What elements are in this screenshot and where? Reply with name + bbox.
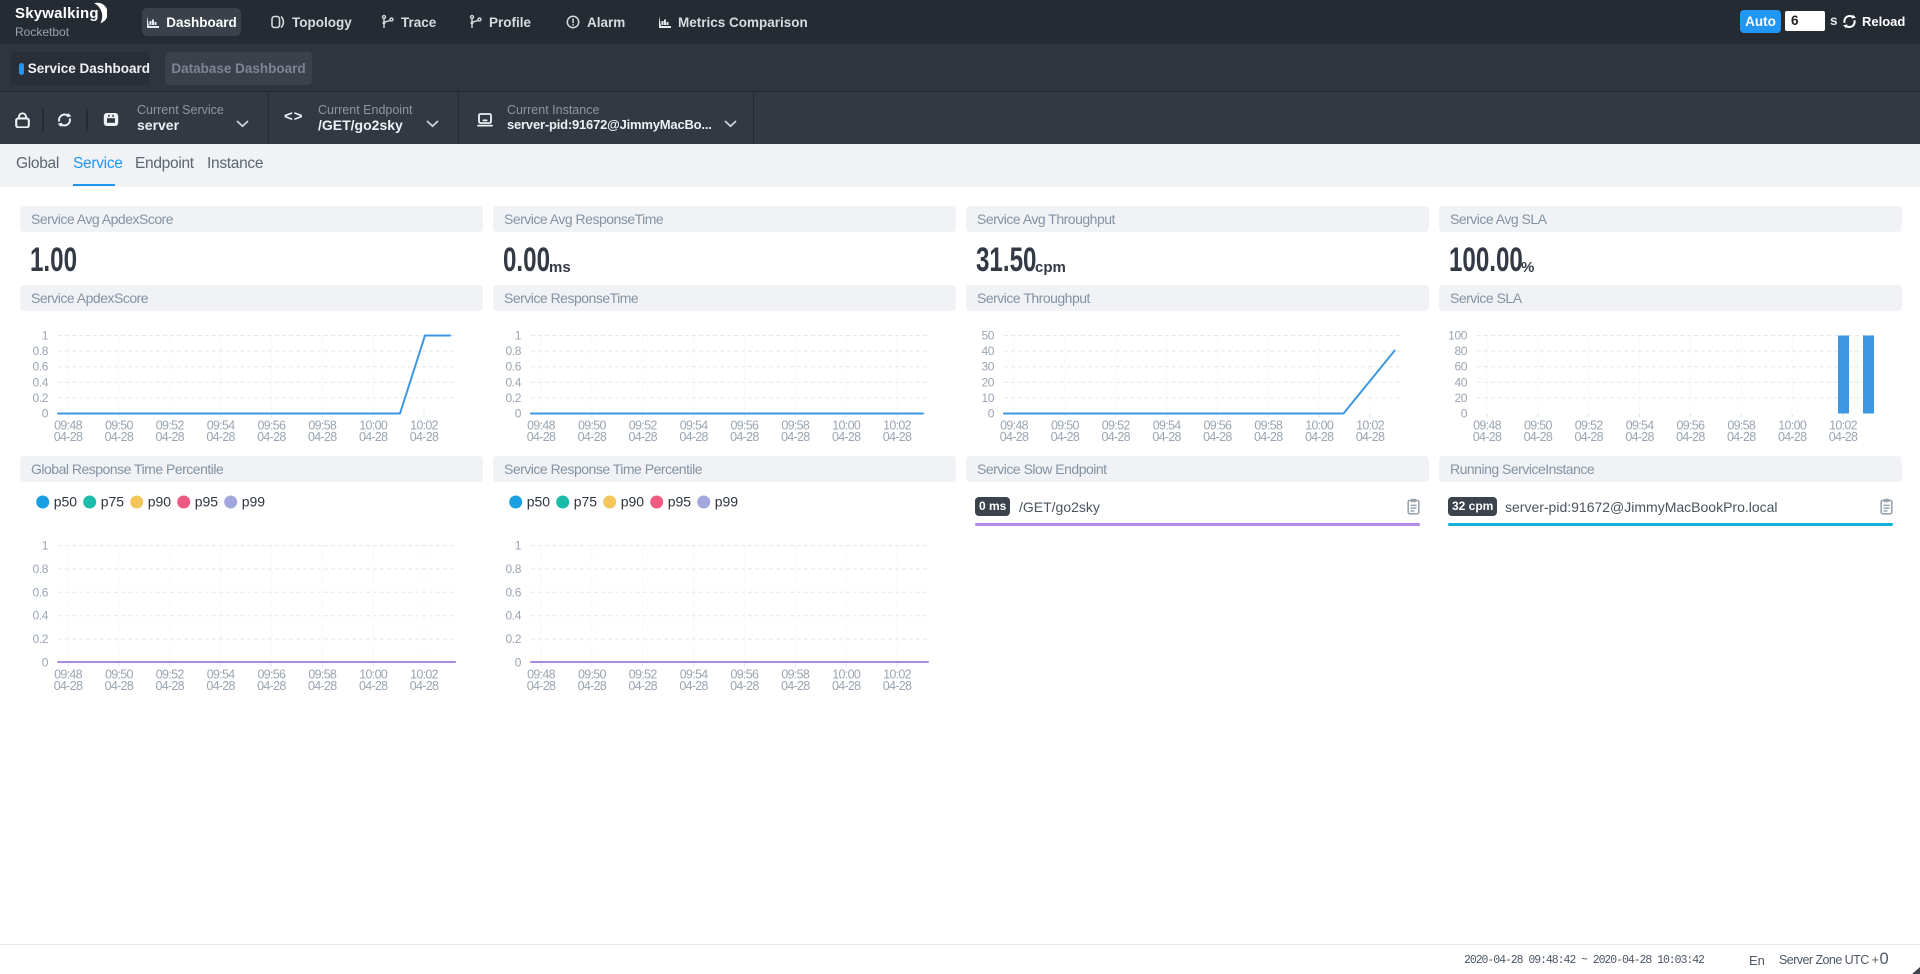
svg-text:60: 60 [1454, 360, 1467, 374]
svg-text:04-28: 04-28 [155, 679, 184, 693]
svg-text:04-28: 04-28 [628, 430, 657, 444]
svg-text:0.2: 0.2 [506, 632, 522, 646]
svg-text:04-28: 04-28 [1676, 430, 1705, 444]
svg-text:04-28: 04-28 [1778, 430, 1807, 444]
svg-text:p95: p95 [668, 494, 692, 510]
svg-text:04-28: 04-28 [410, 430, 439, 444]
svg-text:30: 30 [981, 360, 994, 374]
svg-text:0.4: 0.4 [506, 375, 522, 389]
svg-text:04-28: 04-28 [54, 679, 83, 693]
svg-text:04-28: 04-28 [1152, 430, 1181, 444]
svg-text:04-28: 04-28 [105, 430, 134, 444]
svg-text:04-28: 04-28 [883, 679, 912, 693]
svg-text:p50: p50 [527, 494, 551, 510]
svg-text:1: 1 [515, 329, 522, 343]
svg-text:p75: p75 [574, 494, 598, 510]
svg-text:04-28: 04-28 [105, 679, 134, 693]
svg-text:p90: p90 [148, 494, 172, 510]
svg-text:0.8: 0.8 [33, 562, 49, 576]
svg-text:0: 0 [1461, 407, 1468, 421]
svg-text:04-28: 04-28 [359, 430, 388, 444]
svg-text:0: 0 [515, 407, 522, 421]
svg-text:0.6: 0.6 [506, 360, 522, 374]
svg-text:04-28: 04-28 [527, 679, 556, 693]
svg-text:04-28: 04-28 [206, 679, 235, 693]
svg-text:0.8: 0.8 [506, 562, 522, 576]
svg-text:04-28: 04-28 [206, 430, 235, 444]
svg-text:04-28: 04-28 [1524, 430, 1553, 444]
svg-text:0.6: 0.6 [33, 585, 49, 599]
svg-text:04-28: 04-28 [883, 430, 912, 444]
svg-text:1: 1 [515, 539, 522, 553]
svg-text:04-28: 04-28 [679, 430, 708, 444]
svg-text:1: 1 [42, 329, 49, 343]
svg-text:04-28: 04-28 [155, 430, 184, 444]
svg-text:04-28: 04-28 [832, 679, 861, 693]
svg-text:0.2: 0.2 [33, 632, 49, 646]
svg-text:0.2: 0.2 [506, 391, 522, 405]
svg-text:100: 100 [1448, 329, 1468, 343]
svg-text:0: 0 [515, 656, 522, 670]
svg-text:04-28: 04-28 [578, 679, 607, 693]
svg-text:20: 20 [981, 375, 994, 389]
svg-text:04-28: 04-28 [1101, 430, 1130, 444]
svg-text:1: 1 [42, 539, 49, 553]
svg-text:04-28: 04-28 [257, 679, 286, 693]
svg-text:04-28: 04-28 [1473, 430, 1502, 444]
svg-text:04-28: 04-28 [1254, 430, 1283, 444]
svg-text:0.4: 0.4 [33, 609, 49, 623]
svg-text:40: 40 [1454, 375, 1467, 389]
svg-text:04-28: 04-28 [1051, 430, 1080, 444]
svg-text:0: 0 [42, 407, 49, 421]
svg-text:04-28: 04-28 [1574, 430, 1603, 444]
svg-text:04-28: 04-28 [679, 679, 708, 693]
svg-text:0.8: 0.8 [506, 344, 522, 358]
svg-text:0.6: 0.6 [33, 360, 49, 374]
svg-text:04-28: 04-28 [359, 679, 388, 693]
svg-text:04-28: 04-28 [730, 679, 759, 693]
svg-text:10: 10 [981, 391, 994, 405]
svg-text:04-28: 04-28 [781, 430, 810, 444]
svg-text:0: 0 [42, 656, 49, 670]
svg-text:04-28: 04-28 [832, 430, 861, 444]
svg-text:p75: p75 [101, 494, 125, 510]
svg-text:0.2: 0.2 [33, 391, 49, 405]
svg-text:04-28: 04-28 [1727, 430, 1756, 444]
svg-text:0.8: 0.8 [33, 344, 49, 358]
svg-text:p50: p50 [54, 494, 78, 510]
svg-text:0.4: 0.4 [506, 609, 522, 623]
svg-text:04-28: 04-28 [308, 679, 337, 693]
svg-text:04-28: 04-28 [730, 430, 759, 444]
svg-text:80: 80 [1454, 344, 1467, 358]
svg-text:04-28: 04-28 [578, 430, 607, 444]
svg-text:0.4: 0.4 [33, 375, 49, 389]
svg-text:04-28: 04-28 [1829, 430, 1858, 444]
svg-text:04-28: 04-28 [628, 679, 657, 693]
svg-text:04-28: 04-28 [1305, 430, 1334, 444]
svg-text:p90: p90 [621, 494, 645, 510]
svg-text:04-28: 04-28 [1356, 430, 1385, 444]
svg-text:04-28: 04-28 [308, 430, 337, 444]
svg-text:04-28: 04-28 [410, 679, 439, 693]
svg-text:0.6: 0.6 [506, 585, 522, 599]
svg-text:04-28: 04-28 [527, 430, 556, 444]
svg-text:p99: p99 [242, 494, 266, 510]
svg-text:04-28: 04-28 [1625, 430, 1654, 444]
svg-text:04-28: 04-28 [781, 679, 810, 693]
svg-text:04-28: 04-28 [257, 430, 286, 444]
svg-text:04-28: 04-28 [1203, 430, 1232, 444]
svg-text:40: 40 [981, 344, 994, 358]
svg-text:p99: p99 [715, 494, 739, 510]
svg-text:p95: p95 [195, 494, 219, 510]
svg-text:04-28: 04-28 [1000, 430, 1029, 444]
svg-text:0: 0 [988, 407, 995, 421]
svg-text:50: 50 [981, 329, 994, 343]
svg-text:04-28: 04-28 [54, 430, 83, 444]
svg-text:20: 20 [1454, 391, 1467, 405]
